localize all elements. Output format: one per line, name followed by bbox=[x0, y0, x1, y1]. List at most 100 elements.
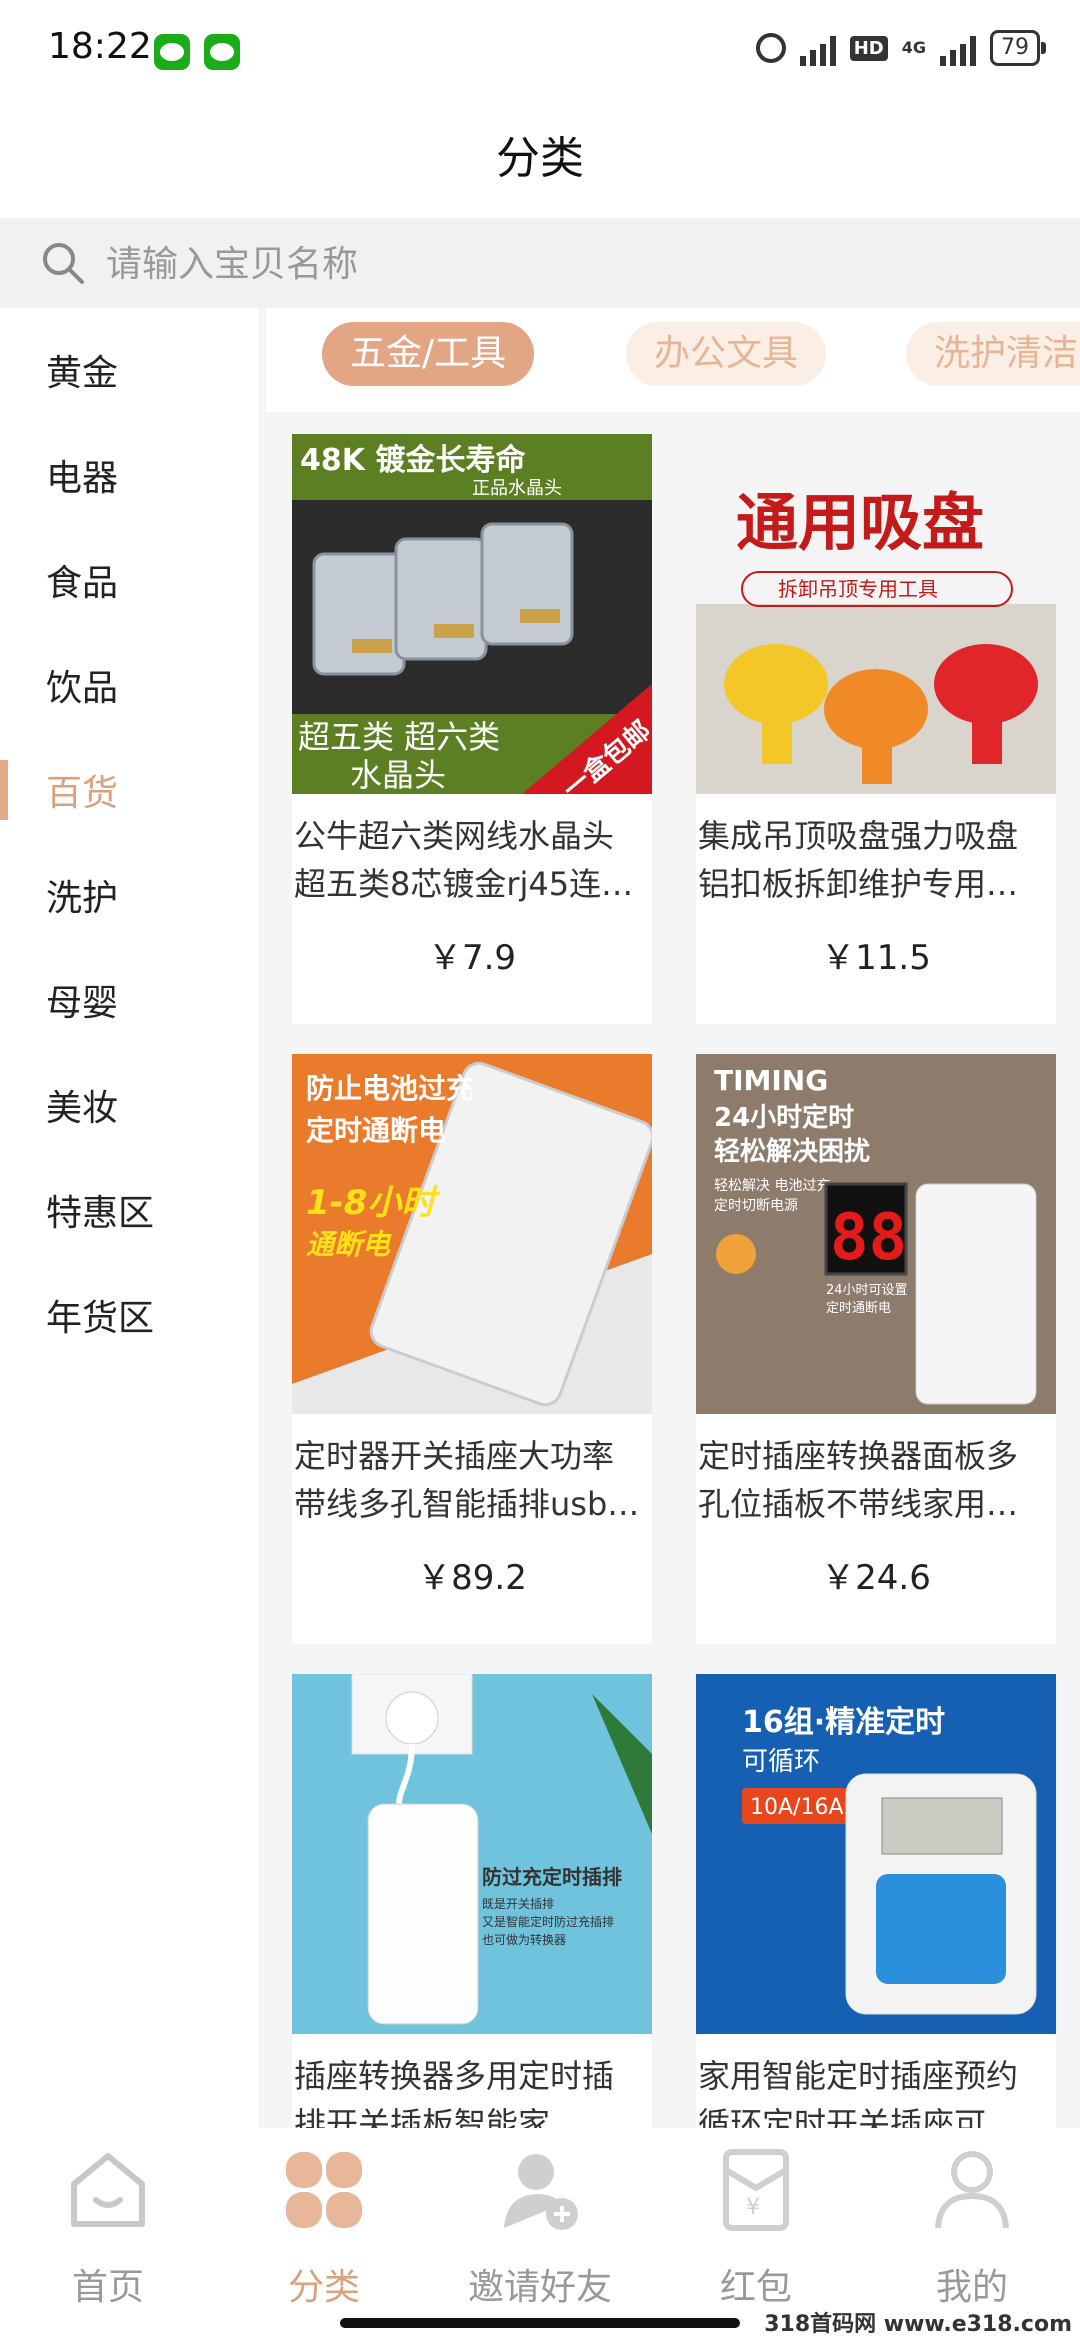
tab-hardware-tools[interactable]: 五金/工具 bbox=[322, 322, 535, 386]
category-icon bbox=[286, 2152, 362, 2228]
product-image: 通用吸盘 拆卸吊顶专用工具 bbox=[696, 434, 1056, 794]
image-text: 定时通断电 bbox=[826, 1301, 891, 1316]
profile-icon bbox=[935, 2151, 1009, 2229]
sidebar-item-label: 食品 bbox=[46, 563, 119, 604]
network-type: 4G bbox=[901, 38, 926, 57]
image-text: 定时切断电源 bbox=[714, 1198, 798, 1214]
image-text: 24小时定时 bbox=[714, 1102, 854, 1133]
sidebar-item-label: 洗护 bbox=[46, 878, 119, 919]
product-name: 定时插座转换器面板多孔位插板不带线家用… bbox=[698, 1437, 1019, 1523]
product-price: ￥24.6 bbox=[821, 1558, 931, 1598]
image-text: 24小时可设置 bbox=[826, 1283, 908, 1298]
sidebar-item-special-offers[interactable]: 特惠区 bbox=[0, 1170, 258, 1250]
product-name: 集成吊顶吸盘强力吸盘铝扣板拆卸维护专用… bbox=[698, 817, 1019, 903]
image-text: 拆卸吊顶专用工具 bbox=[778, 577, 938, 601]
product-image: 防止电池过充 定时通断电 1-8小时 通断电 bbox=[292, 1054, 652, 1414]
sidebar-item-washing-care[interactable]: 洗护 bbox=[0, 855, 258, 935]
product-image: 16组·精准定时 可循环 10A/16A bbox=[696, 1674, 1056, 2034]
image-text: 防过充定时插排 bbox=[482, 1865, 622, 1889]
sidebar-item-new-year-goods[interactable]: 年货区 bbox=[0, 1275, 258, 1355]
product-card[interactable]: 48K 镀金长寿命 正品水晶头 超五类 超六类 水晶头 一盒包邮 公牛超六类网线… bbox=[292, 434, 652, 1024]
status-bar: 18:22 HD 4G 79 bbox=[0, 0, 1080, 100]
image-text: 轻松解决困扰 bbox=[714, 1137, 870, 1167]
product-card[interactable]: 防止电池过充 定时通断电 1-8小时 通断电 定时器开关插座大功率带线多孔智能插… bbox=[292, 1054, 652, 1644]
image-text: 10A/16A bbox=[750, 1795, 844, 1820]
image-text: 通断电 bbox=[306, 1228, 392, 1261]
signal-icon bbox=[799, 30, 836, 66]
image-text: 88 bbox=[830, 1201, 907, 1275]
tab-red-packet[interactable]: ¥ 红包 bbox=[648, 2138, 864, 2318]
image-text: TIMING bbox=[714, 1064, 828, 1097]
sidebar-item-label: 特惠区 bbox=[46, 1193, 155, 1234]
product-card[interactable]: TIMING 24小时定时 轻松解决困扰 轻松解决 电池过充 定时切断电源 88… bbox=[696, 1054, 1056, 1644]
tab-label: 我的 bbox=[935, 2267, 1008, 2308]
sidebar-item-general-goods[interactable]: 百货 bbox=[0, 750, 258, 830]
tab-label: 邀请好友 bbox=[467, 2267, 612, 2308]
product-name: 家用智能定时插座预约循环定时开关插座可… bbox=[698, 2057, 1019, 2128]
sidebar-item-label: 年货区 bbox=[46, 1298, 155, 1339]
sidebar-item-drinks[interactable]: 饮品 bbox=[0, 645, 258, 725]
product-price: ￥89.2 bbox=[417, 1558, 527, 1598]
sidebar-item-mother-baby[interactable]: 母婴 bbox=[0, 960, 258, 1040]
page-header: 分类 bbox=[0, 100, 1080, 218]
product-image: TIMING 24小时定时 轻松解决困扰 轻松解决 电池过充 定时切断电源 88… bbox=[696, 1054, 1056, 1414]
tab-washing-cleaning[interactable]: 洗护清洁 bbox=[906, 322, 1080, 386]
image-text: 定时通断电 bbox=[306, 1114, 446, 1147]
image-text: 轻松解决 电池过充 bbox=[714, 1178, 830, 1194]
status-time: 18:22 bbox=[48, 26, 152, 67]
home-indicator[interactable] bbox=[340, 2318, 740, 2328]
sidebar-item-label: 黄金 bbox=[46, 353, 119, 394]
status-indicators: HD 4G 79 bbox=[755, 30, 1046, 66]
product-card[interactable]: 通用吸盘 拆卸吊顶专用工具 集成吊顶吸盘强力吸盘铝扣板拆卸维护专用… ￥11.5 bbox=[696, 434, 1056, 1024]
search-bar[interactable] bbox=[0, 218, 1080, 308]
red-packet-icon: ¥ bbox=[723, 2149, 789, 2231]
watermark: 318首码网 www.e318.com bbox=[764, 2312, 1072, 2337]
wechat-notification-icon bbox=[154, 34, 190, 70]
sidebar-item-gold[interactable]: 黄金 bbox=[0, 330, 258, 410]
image-text: 正品水晶头 bbox=[472, 478, 562, 499]
image-text: 既是开关插排 bbox=[482, 1897, 554, 1911]
svg-text:¥: ¥ bbox=[746, 2195, 760, 2220]
product-image: 48K 镀金长寿命 正品水晶头 超五类 超六类 水晶头 一盒包邮 bbox=[292, 434, 652, 794]
tab-home[interactable]: 首页 bbox=[0, 2138, 216, 2318]
tab-label: 红包 bbox=[719, 2267, 792, 2308]
product-image: 防过充定时插排 既是开关插排 又是智能定时防过充插排 也可做为转换器 bbox=[292, 1674, 652, 2034]
search-icon bbox=[43, 243, 84, 284]
image-text: 48K 镀金长寿命 bbox=[300, 443, 526, 478]
image-text: 也可做为转换器 bbox=[482, 1932, 566, 1947]
image-text: 超五类 超六类 bbox=[298, 718, 500, 756]
product-area: 五金/工具 办公文具 洗护清洁 48K 镀金长寿命 正品水晶头 超五类 超六类 … bbox=[258, 308, 1080, 2128]
image-text: 防止电池过充 bbox=[306, 1072, 474, 1105]
sidebar-item-label: 百货 bbox=[46, 773, 119, 814]
sidebar-item-label: 电器 bbox=[46, 458, 119, 499]
home-icon bbox=[71, 2153, 145, 2227]
product-price: ￥11.5 bbox=[821, 938, 931, 978]
wechat-notification-icon bbox=[204, 34, 240, 70]
sidebar-item-label: 饮品 bbox=[46, 668, 119, 709]
product-card[interactable]: 防过充定时插排 既是开关插排 又是智能定时防过充插排 也可做为转换器 插座转换器… bbox=[292, 1674, 652, 2128]
product-card[interactable]: 16组·精准定时 可循环 10A/16A 家用智能定时插座预约循环定时开关插座可… bbox=[696, 1674, 1056, 2128]
tab-label: 首页 bbox=[71, 2267, 144, 2308]
image-text: 通用吸盘 bbox=[736, 486, 984, 559]
product-name: 公牛超六类网线水晶头超五类8芯镀金rj45连… bbox=[294, 817, 634, 903]
battery-icon: 79 bbox=[990, 30, 1046, 66]
tab-profile[interactable]: 我的 bbox=[864, 2138, 1080, 2318]
search-input[interactable] bbox=[104, 234, 1008, 294]
category-sidebar: 黄金 电器 食品 饮品 百货 洗护 母婴 美妆 特惠区 年货区 bbox=[0, 308, 258, 2128]
tab-office-supplies[interactable]: 办公文具 bbox=[626, 322, 827, 386]
tab-invite-friends[interactable]: 邀请好友 bbox=[432, 2138, 648, 2318]
sidebar-item-appliances[interactable]: 电器 bbox=[0, 435, 258, 515]
invite-friend-icon bbox=[504, 2154, 578, 2230]
image-text: 16组·精准定时 bbox=[742, 1705, 945, 1740]
hd-icon: HD bbox=[849, 35, 888, 61]
product-name: 定时器开关插座大功率带线多孔智能插排usb… bbox=[294, 1437, 640, 1523]
image-text: 水晶头 bbox=[350, 756, 446, 794]
tab-category[interactable]: 分类 bbox=[216, 2138, 432, 2318]
sidebar-item-label: 美妆 bbox=[46, 1088, 119, 1129]
sidebar-item-beauty[interactable]: 美妆 bbox=[0, 1065, 258, 1145]
image-text: 可循环 bbox=[742, 1747, 820, 1777]
signal-icon bbox=[940, 30, 976, 66]
sidebar-item-food[interactable]: 食品 bbox=[0, 540, 258, 620]
page-title: 分类 bbox=[496, 133, 584, 184]
alarm-icon bbox=[755, 33, 786, 63]
